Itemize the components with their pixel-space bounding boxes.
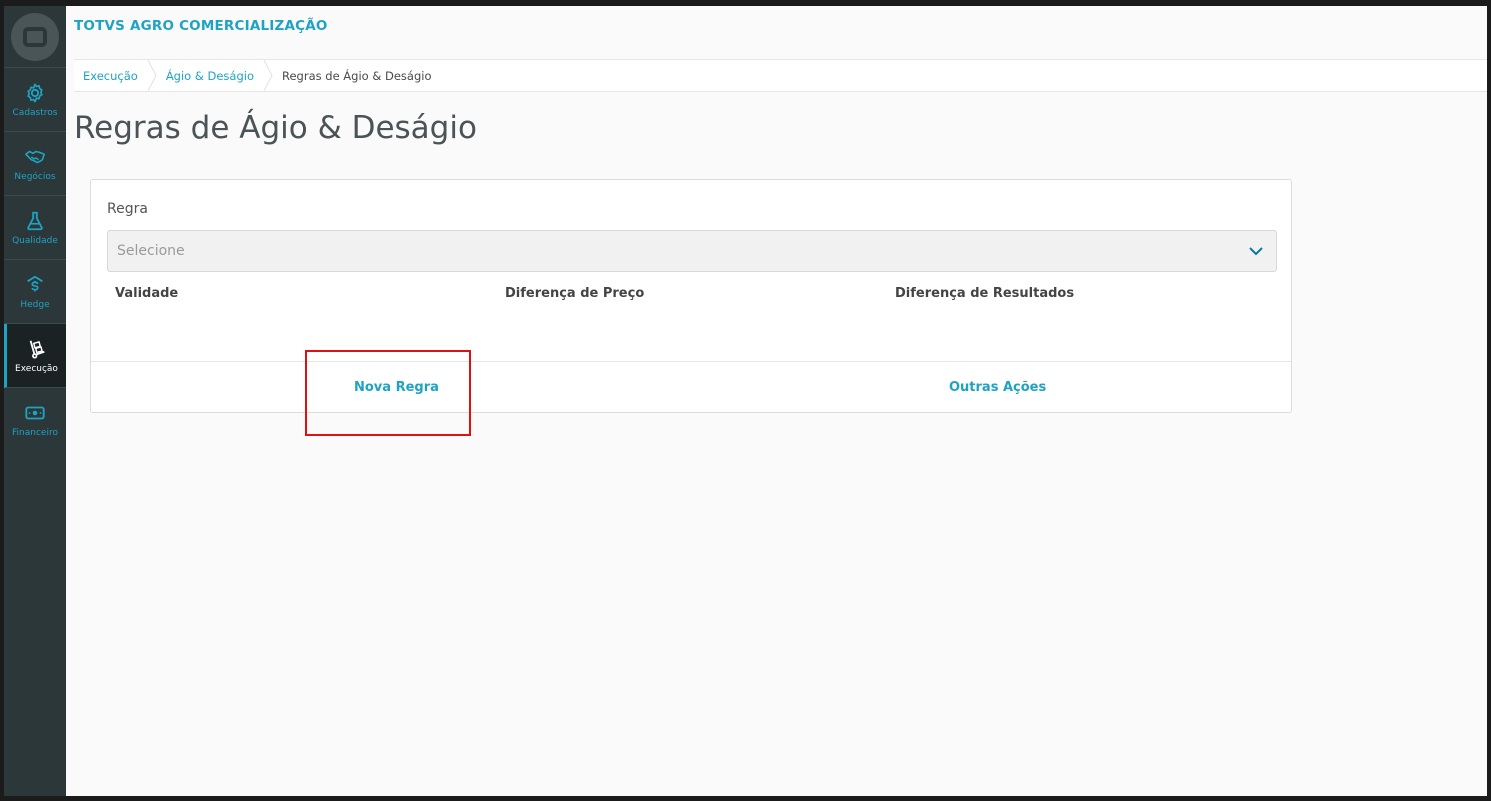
dollar-shield-icon [27,275,43,291]
sidebar-item-label: Cadastros [12,107,58,118]
page-title: Regras de Ágio & Deságio [74,110,477,146]
sidebar-item-financeiro[interactable]: Financeiro [4,388,66,452]
banknote-icon [25,406,45,420]
select-placeholder: Selecione [117,243,185,259]
regra-label: Regra [107,201,148,217]
card-divider [91,361,1291,362]
gear-icon [27,82,43,103]
rules-card: Regra Selecione Validade Diferença de Pr… [90,179,1292,413]
sidebar: Cadastros Negócios Qualidade Hedge Execu… [4,6,66,796]
breadcrumb: Execução Ágio & Deságio Regras de Ágio &… [74,59,1487,92]
app-title: TOTVS AGRO COMERCIALIZAÇÃO [74,18,328,34]
column-header-validade: Validade [115,286,179,301]
breadcrumb-separator-icon [147,60,157,91]
sidebar-item-negocios[interactable]: Negócios [4,132,66,196]
breadcrumb-item-current: Regras de Ágio & Deságio [282,68,432,83]
sidebar-item-label: Negócios [14,171,56,182]
sidebar-item-cadastros[interactable]: Cadastros [4,68,66,132]
flask-icon [27,211,43,230]
column-header-diferenca-resultados: Diferença de Resultados [895,286,1075,301]
sidebar-item-execucao[interactable]: Execução [4,324,66,388]
sidebar-item-qualidade[interactable]: Qualidade [4,196,66,260]
handshake-icon [25,150,45,163]
breadcrumb-item-agio-desagio[interactable]: Ágio & Deságio [157,60,263,91]
breadcrumb-separator-icon [263,60,273,91]
outras-acoes-button[interactable]: Outras Ações [949,380,1046,395]
sidebar-item-label: Qualidade [12,235,58,246]
column-header-diferenca-preco: Diferença de Preço [505,286,645,301]
sidebar-item-label: Financeiro [12,428,58,438]
highlight-box [305,350,471,436]
app-frame: Cadastros Negócios Qualidade Hedge Execu… [4,6,1487,796]
sidebar-item-label: Hedge [20,299,50,310]
totvs-logo-icon [11,12,59,61]
logo[interactable] [4,6,66,68]
sidebar-item-hedge[interactable]: Hedge [4,260,66,324]
breadcrumb-item-execucao[interactable]: Execução [74,60,147,91]
hand-truck-icon [29,339,45,359]
chevron-down-icon [1249,247,1263,256]
sidebar-item-label: Execução [15,363,58,374]
regra-select[interactable]: Selecione [107,230,1277,272]
